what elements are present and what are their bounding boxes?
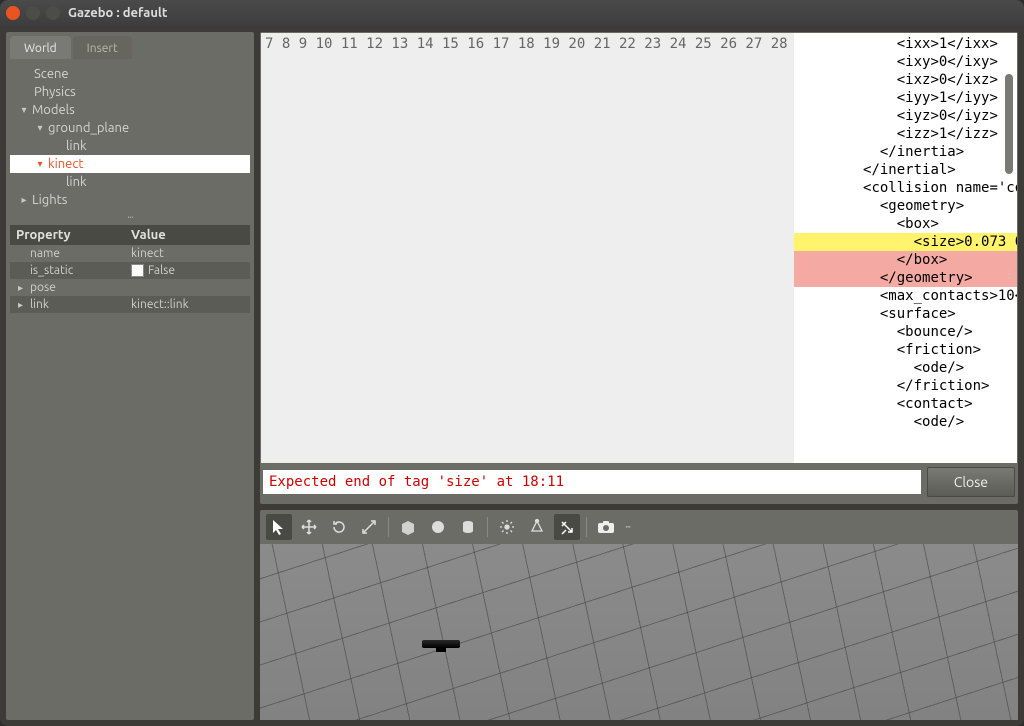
tree-item-physics[interactable]: Physics: [10, 83, 250, 101]
property-panel: Property Value name kinect is_static Fal…: [10, 225, 250, 313]
kinect-model[interactable]: [422, 640, 460, 648]
scale-tool[interactable]: [356, 514, 382, 540]
insert-box-tool[interactable]: [395, 514, 421, 540]
3d-viewport[interactable]: [260, 544, 1018, 720]
code-line[interactable]: <ixx>1</ixx>: [794, 35, 1017, 53]
point-light-tool[interactable]: [494, 514, 520, 540]
chevron-right-icon: ▸: [18, 299, 28, 311]
chevron-right-icon: ▸: [18, 194, 30, 206]
tree-item-scene[interactable]: Scene: [10, 65, 250, 83]
right-panel: 7 8 9 10 11 12 13 14 15 16 17 18 19 20 2…: [260, 32, 1018, 720]
code-line[interactable]: <geometry>: [794, 197, 1017, 215]
toolbar-handle-icon[interactable]: ···: [625, 521, 630, 533]
code-line[interactable]: <iyz>0</iyz>: [794, 107, 1017, 125]
tree-item-kinect[interactable]: ▾kinect: [10, 155, 250, 173]
toolbar-separator: [388, 517, 389, 537]
titlebar: Gazebo : default: [0, 0, 1024, 26]
scrollbar-thumb[interactable]: [1005, 74, 1013, 174]
left-panel: World Insert Scene Physics ▾Models ▾grou…: [6, 32, 254, 720]
code-line[interactable]: <iyy>1</iyy>: [794, 89, 1017, 107]
code-line[interactable]: <box>: [794, 215, 1017, 233]
select-tool[interactable]: [266, 514, 292, 540]
chevron-down-icon: ▾: [34, 158, 46, 170]
tree-item-kinect-link[interactable]: link: [10, 173, 250, 191]
code-gutter: 7 8 9 10 11 12 13 14 15 16 17 18 19 20 2…: [261, 33, 794, 463]
tree-item-lights[interactable]: ▸Lights: [10, 191, 250, 209]
code-line[interactable]: </inertial>: [794, 161, 1017, 179]
tree-item-ground-plane-link[interactable]: link: [10, 137, 250, 155]
directional-light-tool[interactable]: [554, 514, 580, 540]
window-close-button[interactable]: [6, 6, 20, 20]
property-row-pose[interactable]: ▸pose: [10, 279, 250, 296]
property-header-value: Value: [125, 225, 250, 245]
app-window: Gazebo : default World Insert Scene Phys…: [0, 0, 1024, 726]
tab-insert[interactable]: Insert: [73, 36, 132, 59]
viewport-toolbar: ···: [260, 510, 1018, 544]
code-line[interactable]: <size>0.073 0.276 0.072<size>: [794, 233, 1017, 251]
vertical-scrollbar[interactable]: [1002, 34, 1016, 444]
spot-light-tool[interactable]: [524, 514, 550, 540]
error-bar: Expected end of tag 'size' at 18:11 Clos…: [261, 463, 1017, 503]
code-line[interactable]: <collision name='collision'>: [794, 179, 1017, 197]
code-line[interactable]: <ode/>: [794, 413, 1017, 431]
code-body[interactable]: <ixx>1</ixx> <ixy>0</ixy> <ixz>0</ixz> <…: [794, 33, 1017, 463]
code-line[interactable]: </inertia>: [794, 143, 1017, 161]
insert-sphere-tool[interactable]: [425, 514, 451, 540]
tree-item-ground-plane[interactable]: ▾ground_plane: [10, 119, 250, 137]
window-minimize-button[interactable]: [26, 6, 40, 20]
rotate-tool[interactable]: [326, 514, 352, 540]
window-title: Gazebo : default: [68, 6, 167, 20]
chevron-right-icon: ▸: [18, 282, 28, 294]
property-header-property: Property: [10, 225, 125, 245]
chevron-down-icon: ▾: [18, 104, 30, 116]
code-line[interactable]: <ode/>: [794, 359, 1017, 377]
toolbar-separator: [586, 517, 587, 537]
left-tabs: World Insert: [10, 36, 250, 59]
error-message: Expected end of tag 'size' at 18:11: [263, 470, 921, 494]
translate-tool[interactable]: [296, 514, 322, 540]
code-line[interactable]: </geometry>: [794, 269, 1017, 287]
code-line[interactable]: </friction>: [794, 377, 1017, 395]
code-line[interactable]: <bounce/>: [794, 323, 1017, 341]
ground-grid: [260, 544, 1018, 720]
code-line[interactable]: <ixz>0</ixz>: [794, 71, 1017, 89]
insert-cylinder-tool[interactable]: [455, 514, 481, 540]
code-line[interactable]: <max_contacts>10</max_contacts>: [794, 287, 1017, 305]
code-line[interactable]: <surface>: [794, 305, 1017, 323]
property-row-link[interactable]: ▸link kinect::link: [10, 296, 250, 313]
property-row-name[interactable]: name kinect: [10, 245, 250, 262]
code-line[interactable]: <izz>1</izz>: [794, 125, 1017, 143]
world-tree: Scene Physics ▾Models ▾ground_plane link…: [10, 63, 250, 211]
tab-world[interactable]: World: [10, 36, 71, 59]
screenshot-tool[interactable]: [593, 514, 619, 540]
vertical-splitter[interactable]: [10, 215, 250, 221]
chevron-down-icon: ▾: [34, 122, 46, 134]
close-button[interactable]: Close: [927, 467, 1015, 497]
viewport-area: ···: [260, 510, 1018, 720]
code-line[interactable]: <contact>: [794, 395, 1017, 413]
toolbar-separator: [487, 517, 488, 537]
code-line[interactable]: </box>: [794, 251, 1017, 269]
code-line[interactable]: <friction>: [794, 341, 1017, 359]
property-row-is-static[interactable]: is_static False: [10, 262, 250, 279]
checkbox-icon[interactable]: [131, 264, 144, 277]
code-line[interactable]: <ixy>0</ixy>: [794, 53, 1017, 71]
code-editor[interactable]: 7 8 9 10 11 12 13 14 15 16 17 18 19 20 2…: [260, 32, 1018, 504]
panel-resize-handle[interactable]: ⋮: [1004, 268, 1014, 281]
tree-item-models[interactable]: ▾Models: [10, 101, 250, 119]
window-maximize-button[interactable]: [46, 6, 60, 20]
